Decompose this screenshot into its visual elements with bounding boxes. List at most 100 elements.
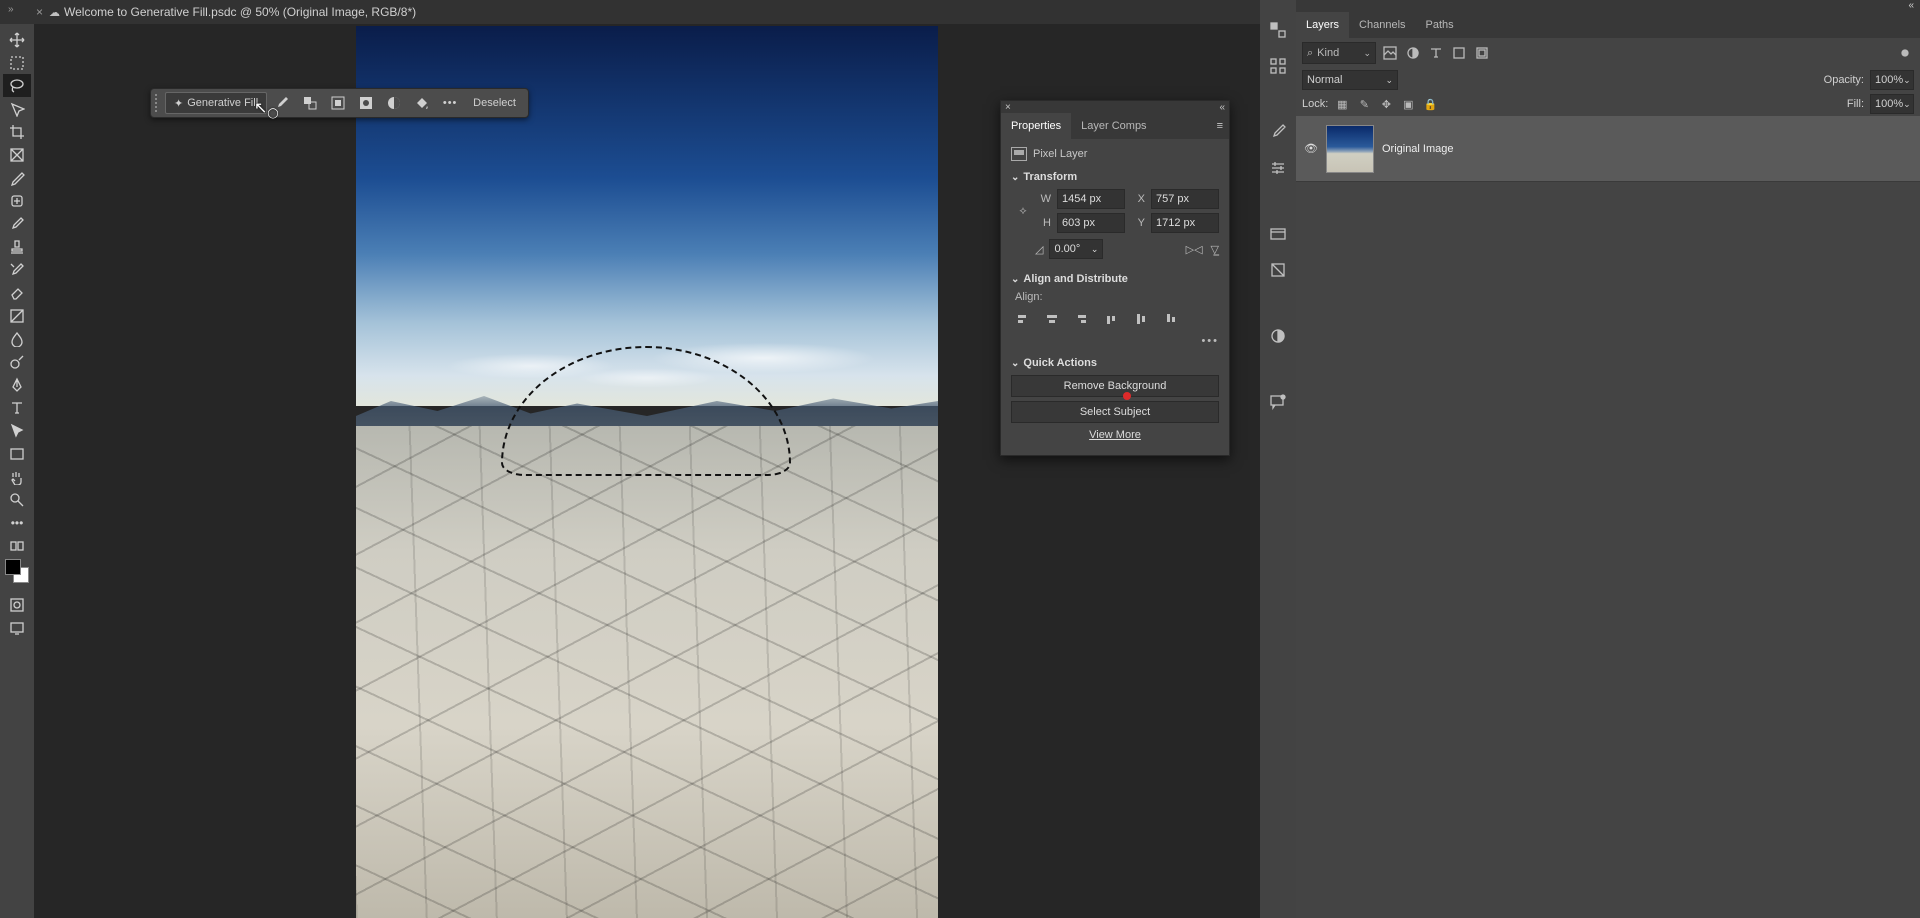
zoom-tool[interactable] (3, 488, 31, 511)
filter-type-icon[interactable] (1427, 44, 1445, 62)
fill-icon[interactable] (409, 92, 435, 114)
more-options-icon[interactable]: ••• (437, 92, 463, 114)
opacity-input[interactable]: 100% ⌄ (1870, 70, 1914, 90)
align-section-header[interactable]: ⌄ Align and Distribute (1011, 273, 1219, 285)
brush-tool[interactable] (3, 212, 31, 235)
eraser-tool[interactable] (3, 281, 31, 304)
comments-panel-icon[interactable] (1264, 390, 1292, 414)
transform-section-header[interactable]: ⌄ Transform (1011, 171, 1219, 183)
align-right-icon[interactable] (1071, 309, 1093, 329)
flip-vertical-icon[interactable]: ▽̲ (1211, 243, 1219, 256)
lock-artboard-icon[interactable]: ▣ (1400, 98, 1416, 111)
hand-tool[interactable] (3, 465, 31, 488)
lock-label: Lock: (1302, 98, 1328, 110)
blur-tool[interactable] (3, 327, 31, 350)
history-brush-tool[interactable] (3, 258, 31, 281)
y-input[interactable]: 1712 px (1151, 213, 1219, 233)
foreground-color-swatch[interactable] (5, 559, 21, 575)
panel-menu-icon[interactable]: ≡ (1211, 120, 1229, 132)
path-select-tool[interactable] (3, 419, 31, 442)
close-icon[interactable]: × (1005, 102, 1011, 113)
tab-layers[interactable]: Layers (1296, 12, 1349, 38)
edit-toolbar-icon[interactable] (3, 534, 31, 557)
history-panel-icon[interactable] (1264, 258, 1292, 282)
adjustments-panel-icon[interactable] (1264, 156, 1292, 180)
filter-toggle[interactable] (1896, 44, 1914, 62)
view-more-link[interactable]: View More (1011, 429, 1219, 441)
document-tab[interactable]: × ☁ Welcome to Generative Fill.psdc @ 50… (36, 0, 424, 24)
lasso-tool[interactable] (3, 74, 31, 97)
link-wh-icon[interactable]: ⟡ (1015, 205, 1031, 218)
heal-tool[interactable] (3, 189, 31, 212)
libraries-panel-icon[interactable] (1264, 222, 1292, 246)
more-align-icon[interactable]: ••• (1011, 335, 1219, 347)
type-tool[interactable] (3, 396, 31, 419)
shape-tool[interactable] (3, 442, 31, 465)
tool-strip: ••• (0, 24, 34, 918)
filter-pixel-icon[interactable] (1381, 44, 1399, 62)
lock-all-icon[interactable]: 🔒 (1422, 98, 1438, 111)
align-bottom-icon[interactable] (1161, 309, 1183, 329)
width-input[interactable]: 1454 px (1057, 189, 1125, 209)
tab-properties[interactable]: Properties (1001, 113, 1071, 139)
layer-name[interactable]: Original Image (1382, 143, 1454, 155)
quick-mask-icon[interactable] (3, 593, 31, 616)
layer-thumbnail[interactable] (1326, 125, 1374, 173)
remove-background-button[interactable]: Remove Background (1011, 375, 1219, 397)
flip-horizontal-icon[interactable]: ▷◁ (1186, 243, 1203, 256)
stamp-tool[interactable] (3, 235, 31, 258)
select-subject-button[interactable]: Select Subject (1011, 401, 1219, 423)
blend-mode-select[interactable]: Normal ⌄ (1302, 70, 1398, 90)
generative-fill-button[interactable]: ✦ Generative Fill (165, 92, 267, 114)
deselect-button[interactable]: Deselect (465, 97, 524, 109)
gradient-tool[interactable] (3, 304, 31, 327)
frame-tool[interactable] (3, 143, 31, 166)
height-input[interactable]: 603 px (1057, 213, 1125, 233)
eyedropper-tool[interactable] (3, 166, 31, 189)
mask-icon[interactable] (353, 92, 379, 114)
lock-paint-icon[interactable]: ✎ (1356, 98, 1372, 111)
brushes-panel-icon[interactable] (1264, 120, 1292, 144)
drag-handle-icon[interactable] (155, 94, 159, 112)
collapse-icon[interactable]: « (1296, 0, 1920, 12)
expand-chevrons-icon[interactable]: » (8, 4, 14, 15)
fill-input[interactable]: 100% ⌄ (1870, 94, 1914, 114)
layer-filter-kind[interactable]: ⌕ Kind ⌄ (1302, 42, 1376, 64)
quick-actions-header[interactable]: ⌄ Quick Actions (1011, 357, 1219, 369)
align-left-icon[interactable] (1011, 309, 1033, 329)
layer-item[interactable]: 👁 Original Image (1296, 116, 1920, 182)
x-input[interactable]: 757 px (1151, 189, 1219, 209)
color-swatches[interactable] (5, 559, 29, 583)
collapse-icon[interactable]: « (1219, 102, 1225, 113)
lock-position-icon[interactable]: ✥ (1378, 98, 1394, 111)
select-brush-icon[interactable] (269, 92, 295, 114)
align-vcenter-icon[interactable] (1131, 309, 1153, 329)
visibility-icon[interactable]: 👁 (1304, 142, 1318, 155)
angle-input[interactable]: 0.00°⌄ (1049, 239, 1103, 259)
filter-smart-icon[interactable] (1473, 44, 1491, 62)
modify-selection-icon[interactable] (297, 92, 323, 114)
tab-channels[interactable]: Channels (1349, 12, 1415, 38)
filter-shape-icon[interactable] (1450, 44, 1468, 62)
align-hcenter-icon[interactable] (1041, 309, 1063, 329)
more-tools-icon[interactable]: ••• (3, 511, 31, 534)
h-label: H (1037, 217, 1051, 229)
swatches-panel-icon[interactable] (1264, 54, 1292, 78)
filter-adjustment-icon[interactable] (1404, 44, 1422, 62)
invert-selection-icon[interactable] (325, 92, 351, 114)
move-tool[interactable] (3, 28, 31, 51)
align-top-icon[interactable] (1101, 309, 1123, 329)
close-icon[interactable]: × (36, 5, 43, 19)
pen-tool[interactable] (3, 373, 31, 396)
marquee-tool[interactable] (3, 51, 31, 74)
lock-transparency-icon[interactable]: ▦ (1334, 98, 1350, 111)
styles-panel-icon[interactable] (1264, 324, 1292, 348)
dodge-tool[interactable] (3, 350, 31, 373)
color-panel-icon[interactable] (1264, 18, 1292, 42)
adjustment-icon[interactable] (381, 92, 407, 114)
quick-select-tool[interactable] (3, 97, 31, 120)
tab-layer-comps[interactable]: Layer Comps (1071, 113, 1156, 139)
crop-tool[interactable] (3, 120, 31, 143)
screen-mode-icon[interactable] (3, 616, 31, 639)
tab-paths[interactable]: Paths (1416, 12, 1464, 38)
